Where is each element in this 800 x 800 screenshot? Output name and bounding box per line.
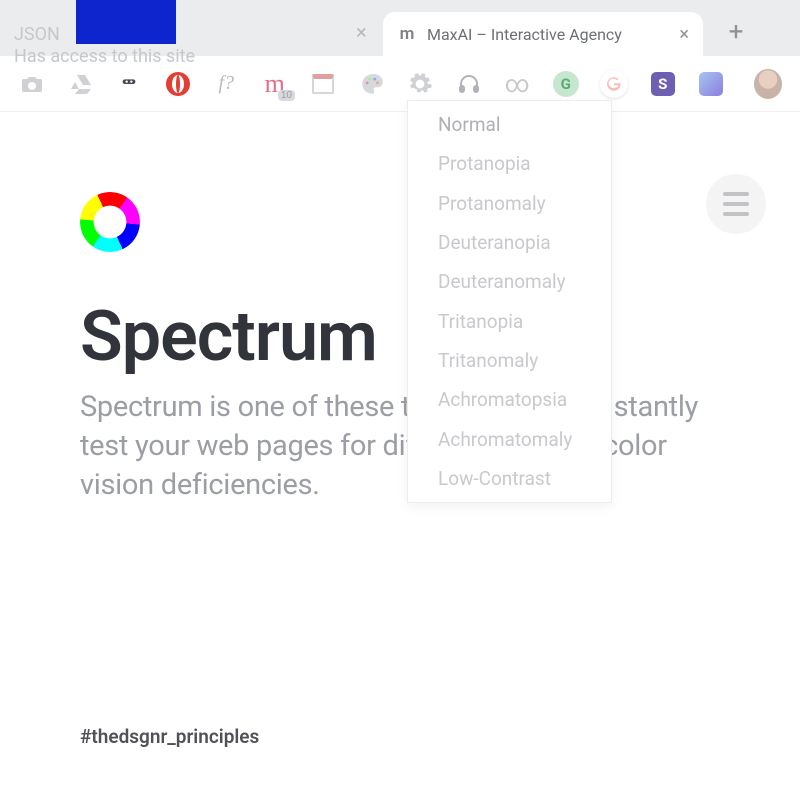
- dropdown-item[interactable]: Achromatomaly: [408, 420, 611, 459]
- muzli-icon[interactable]: m10: [261, 69, 290, 99]
- camera-icon[interactable]: [18, 69, 47, 99]
- dropdown-item[interactable]: Deuteranomaly: [408, 262, 611, 301]
- spectrum-logo-icon: [80, 192, 140, 252]
- dropdown-item[interactable]: Low-Contrast: [408, 459, 611, 498]
- opera-icon[interactable]: [164, 69, 193, 99]
- tab-title: MaxAI – Interactive Agency: [427, 25, 669, 44]
- tab-favicon: m: [397, 24, 417, 44]
- headphones-icon[interactable]: [455, 69, 484, 99]
- extension-tooltip: JSON Has access to this site: [14, 24, 195, 67]
- gradient-app-icon[interactable]: [697, 69, 726, 99]
- grammarly-icon[interactable]: G: [552, 69, 581, 99]
- spectrum-dropdown[interactable]: Normal Protanopia Protanomaly Deuteranop…: [407, 100, 612, 503]
- palette-icon[interactable]: [358, 69, 387, 99]
- mask-icon[interactable]: [115, 69, 144, 99]
- ext-tooltip-line2: Has access to this site: [14, 46, 195, 68]
- page-description: Spectrum is one of these tools—you can i…: [80, 388, 720, 505]
- profile-avatar[interactable]: [754, 69, 783, 99]
- font-icon[interactable]: f?: [212, 69, 241, 99]
- dropdown-item[interactable]: Normal: [408, 105, 611, 144]
- dropdown-item[interactable]: Tritanomaly: [408, 341, 611, 380]
- dropdown-item[interactable]: Deuteranopia: [408, 223, 611, 262]
- dropdown-item[interactable]: Protanopia: [408, 144, 611, 183]
- google-icon[interactable]: [600, 69, 629, 99]
- tab-close-icon[interactable]: ×: [679, 24, 689, 45]
- browser-tab-active[interactable]: m MaxAI – Interactive Agency ×: [383, 12, 703, 56]
- dropdown-item[interactable]: Protanomaly: [408, 184, 611, 223]
- drive-icon[interactable]: [67, 69, 96, 99]
- ext-tooltip-line1: JSON: [14, 24, 195, 46]
- tab-close-inactive[interactable]: ×: [356, 20, 367, 44]
- hashtag: #thedsgnr_principles: [80, 725, 259, 748]
- infinity-icon[interactable]: ∞: [503, 69, 532, 99]
- square-s-icon[interactable]: S: [649, 69, 678, 99]
- dropdown-item[interactable]: Achromatopsia: [408, 380, 611, 419]
- new-tab-button[interactable]: +: [722, 18, 750, 46]
- gear-icon[interactable]: [406, 69, 435, 99]
- dropdown-item[interactable]: Tritanopia: [408, 302, 611, 341]
- calendar-icon[interactable]: [309, 69, 338, 99]
- main-content: Spectrum Spectrum is one of these tools—…: [0, 112, 800, 505]
- muzli-badge: 10: [278, 90, 295, 101]
- page-title: Spectrum: [80, 296, 720, 378]
